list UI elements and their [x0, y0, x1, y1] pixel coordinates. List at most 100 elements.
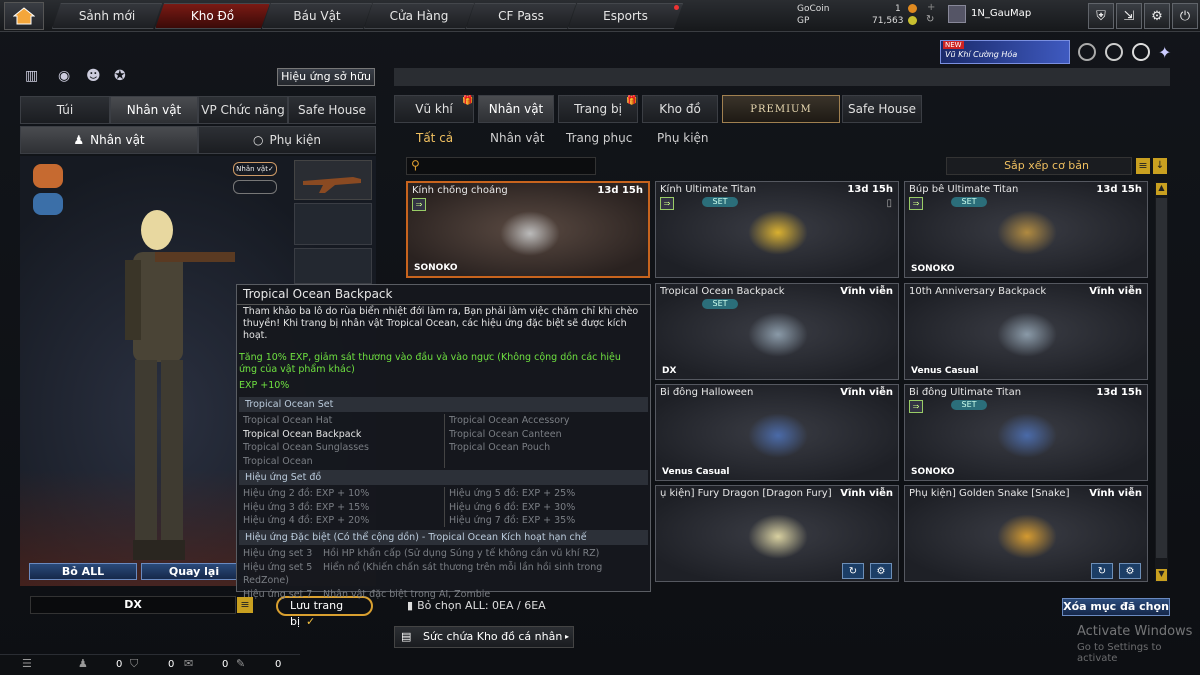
item-settings-icon[interactable]: ⚙ [1119, 563, 1141, 579]
character-model [125, 210, 235, 560]
left-tab-safehouse[interactable]: Safe House [288, 96, 376, 124]
sort-menu-icon[interactable]: ≡ [1136, 158, 1150, 174]
left-subtab-character[interactable]: ♟ Nhân vật [20, 126, 198, 154]
item-name: Kính Ultimate Titan [660, 184, 757, 195]
character-icon[interactable]: ☻ [86, 68, 101, 84]
list-icon[interactable]: ☰ [22, 657, 32, 670]
right-tab-premium[interactable]: PREMIUM [722, 95, 840, 123]
friends-icon[interactable]: ♟ [78, 657, 88, 670]
faction-icon-1[interactable] [33, 164, 63, 188]
promo-banner[interactable]: NEW Vũ Khí Cường Hóa [940, 40, 1070, 64]
event-icon-1[interactable] [1078, 43, 1096, 61]
snake-icon [997, 514, 1057, 559]
ring-icon: ○ [252, 133, 264, 147]
clan-icon[interactable]: ⛨ [1088, 3, 1114, 29]
bag-icon[interactable]: ✪ [114, 68, 126, 84]
banner-text: Vũ Khí Cường Hóa [945, 50, 1018, 59]
character-name-field[interactable]: DX [30, 596, 236, 614]
set-badge: SET [702, 299, 738, 309]
inventory-item[interactable]: Bi đông Halloween Vĩnh viễn Venus Casual [655, 384, 899, 481]
subtab-accessory[interactable]: Phụ kiện [657, 131, 709, 145]
convert-icon[interactable]: ↻ [842, 563, 864, 579]
left-tab-function[interactable]: VP Chức năng [198, 96, 288, 124]
item-settings-icon[interactable]: ⚙ [870, 563, 892, 579]
nav-tab-0[interactable]: Sảnh mới [52, 3, 162, 29]
search-input[interactable]: ⚲ [406, 157, 596, 175]
subtab-character[interactable]: Nhân vật [490, 131, 545, 145]
set-item: Tropical Ocean Pouch [449, 442, 551, 453]
inventory-item[interactable]: Kính chống choáng 13d 15h SONOKO ⇒ [406, 181, 650, 278]
subtab-all[interactable]: Tất cả [416, 131, 453, 145]
delete-selected-button[interactable]: Xóa mục đã chọn [1062, 598, 1170, 616]
inventory-item[interactable]: ụ kiện] Fury Dragon [Dragon Fury] Vĩnh vi… [655, 485, 899, 582]
nav-tab-label: Báu Vật [293, 9, 341, 23]
owned-effects-button[interactable]: Hiệu ứng sở hữu [277, 68, 375, 86]
trash-icon[interactable]: ▯ [886, 198, 892, 209]
item-name: Bi đông Ultimate Titan [909, 387, 1022, 398]
nav-tab-4[interactable]: CF Pass [466, 3, 576, 29]
back-button[interactable]: Quay lại [141, 563, 247, 580]
faction-icon-2[interactable] [33, 193, 63, 215]
helmet-slot[interactable] [294, 203, 372, 245]
gp-icon [908, 16, 917, 25]
add-coin-icon[interactable]: + [927, 2, 935, 13]
left-tab-bag[interactable]: Túi [20, 96, 110, 124]
nav-tab-2[interactable]: Báu Vật [262, 3, 372, 29]
inventory-item[interactable]: Bi đông Ultimate Titan 13d 15h SONOKO SET ⇒ [904, 384, 1148, 481]
mail-icon[interactable]: ✎ [236, 657, 245, 670]
event-icon-4[interactable]: ✦ [1158, 43, 1171, 62]
nav-tab-1[interactable]: Kho Đồ [155, 3, 270, 29]
view-icon[interactable]: ◉ [58, 68, 70, 84]
event-icon-3[interactable] [1132, 43, 1150, 61]
inventory-item[interactable]: Tropical Ocean Backpack Vĩnh viễn DX SET [655, 283, 899, 380]
close-power-icon[interactable]: ⏻ [1172, 3, 1198, 29]
chat-icon[interactable]: ✉ [184, 657, 193, 670]
inventory-item[interactable]: Phụ kiện] Golden Snake [Snake] Vĩnh viễn ↻… [904, 485, 1148, 582]
convert-icon[interactable]: ↻ [1091, 563, 1113, 579]
right-tab-storage[interactable]: Kho đồ [642, 95, 718, 123]
item-owner: Venus Casual [662, 467, 730, 477]
ranking-icon[interactable]: ▥ [25, 68, 38, 84]
gocoin-value: 1 [895, 4, 901, 14]
sort-order-icon[interactable]: ↓ [1153, 158, 1167, 174]
tooltip-exp: EXP +10% [239, 380, 290, 391]
tab-label: Nhân vật [488, 102, 544, 116]
settings-gear-icon[interactable]: ⚙ [1144, 3, 1170, 29]
nav-tab-3[interactable]: Cửa Hàng [364, 3, 474, 29]
costume-toggle[interactable] [233, 180, 277, 194]
dragon-icon [748, 514, 808, 559]
left-tab-character[interactable]: Nhân vật [110, 96, 198, 124]
item-name: Tropical Ocean Backpack [660, 286, 785, 297]
character-tag[interactable]: Nhân vật✓ [233, 162, 277, 176]
right-tab-character[interactable]: Nhân vật [478, 95, 554, 123]
storage-label: Sức chứa Kho đồ cá nhân [423, 630, 563, 643]
check-icon: ✓ [306, 615, 316, 628]
item-name: Bi đông Halloween [660, 387, 754, 398]
set-header: Tropical Ocean Set [239, 397, 648, 412]
scroll-down-icon[interactable]: ▼ [1156, 569, 1167, 581]
chat-count: 0 [222, 659, 229, 670]
storage-capacity-button[interactable]: ▤ Sức chứa Kho đồ cá nhân ▸ [394, 626, 574, 648]
sort-dropdown[interactable]: Sắp xếp cơ bản [946, 157, 1132, 175]
set-effect: Hiệu ứng 7 đồ: EXP + 35% [449, 515, 576, 526]
special-effect-row: Hiệu ứng set 5 Hiển nổ (Khiến chấn sát th… [243, 561, 650, 588]
weapon-slot[interactable] [294, 160, 372, 200]
clan-status-icon[interactable]: ⛉ [130, 657, 138, 671]
nav-tab-5[interactable]: Esports [568, 3, 683, 29]
layers-icon: ▤ [401, 630, 412, 643]
subtab-costume[interactable]: Trang phục [566, 131, 632, 145]
right-tab-safehouse[interactable]: Safe House [842, 95, 922, 123]
left-subtab-accessory[interactable]: ○ Phụ kiện [198, 126, 376, 154]
set-item: Tropical Ocean Sunglasses [243, 442, 369, 453]
inventory-item[interactable]: 10th Anniversary Backpack Vĩnh viễn Venus … [904, 283, 1148, 380]
scrollbar-thumb[interactable] [1156, 198, 1167, 558]
refresh-icon[interactable]: ↻ [926, 14, 934, 25]
inventory-item[interactable]: Búp bê Ultimate Titan 13d 15h SONOKO SET ⇒ [904, 181, 1148, 278]
glasses-slot[interactable] [294, 248, 372, 284]
scroll-up-icon[interactable]: ▲ [1156, 183, 1167, 195]
home-button[interactable] [4, 2, 44, 30]
event-icon-2[interactable] [1105, 43, 1123, 61]
inventory-item[interactable]: Kính Ultimate Titan 13d 15h SET ⇒ ▯ [655, 181, 899, 278]
exit-icon[interactable]: ⇲ [1116, 3, 1142, 29]
remove-all-button[interactable]: Bỏ ALL [29, 563, 137, 580]
